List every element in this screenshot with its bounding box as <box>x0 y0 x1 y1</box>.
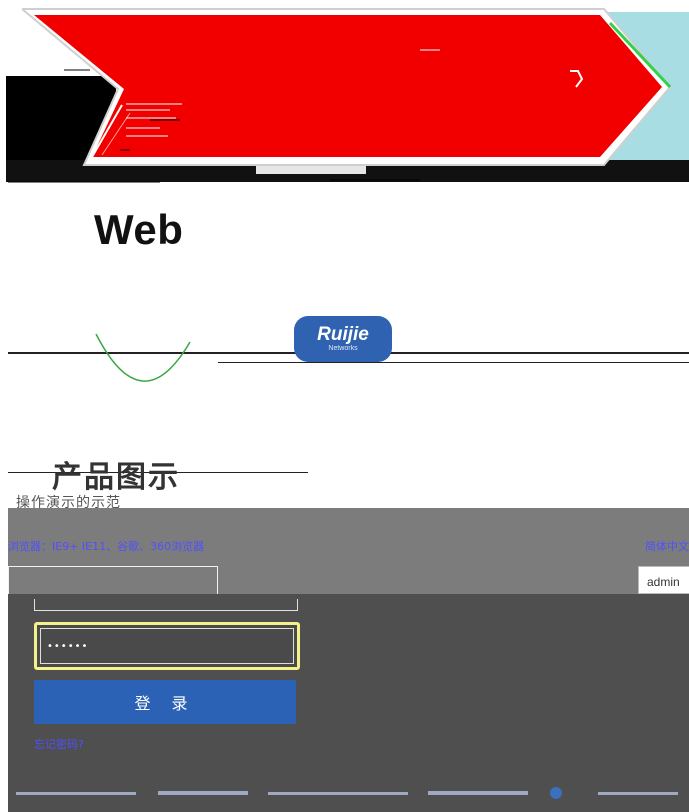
footer-strip <box>8 786 689 802</box>
forgot-password-link[interactable]: 忘记密码? <box>34 736 84 752</box>
ruijie-logo: Ruijie Networks <box>294 316 392 362</box>
hero-title: 产品图示 <box>52 460 180 495</box>
username-field[interactable] <box>34 599 298 611</box>
section-heading: Web <box>94 206 184 253</box>
username-display[interactable]: admin <box>638 566 689 594</box>
login-screenshot: Ruijie Networks 产品图示 操作演示的示范 浏览器：IE9+ IE… <box>8 312 689 812</box>
browser-support-note: 浏览器：IE9+ IE11、谷歌、360浏览器 <box>8 540 205 553</box>
password-input[interactable] <box>40 628 294 664</box>
logo-brand: Ruijie <box>317 324 369 345</box>
login-button[interactable]: 登 录 <box>34 680 296 724</box>
page: Web Ruijie Networks 产品图示 操作演示的示范 浏览器：IE9… <box>0 0 689 812</box>
username-field-outline <box>8 566 218 596</box>
banner-decoration <box>8 49 440 183</box>
language-link[interactable]: 简体中文 <box>645 538 689 554</box>
password-field-focus-ring <box>34 622 300 670</box>
decorative-arc <box>95 333 191 382</box>
header-rule-secondary <box>218 362 689 363</box>
logo-tagline: Networks <box>328 345 358 352</box>
login-panel: 登 录 忘记密码? <box>8 594 689 812</box>
